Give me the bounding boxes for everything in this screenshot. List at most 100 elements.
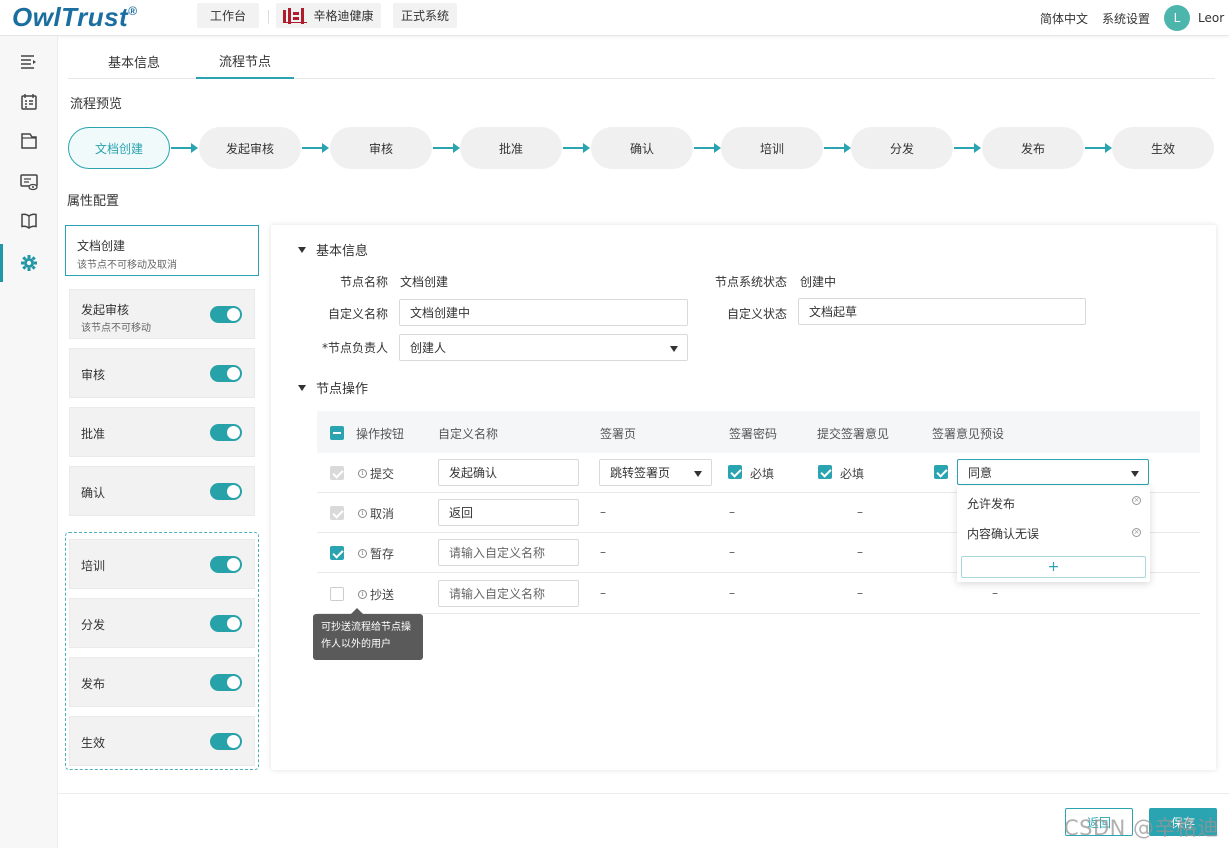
custom-op-name-input[interactable]: 返回 [438,499,579,526]
watermark: CSDN @辛格迪 [1064,816,1220,840]
node-card-selected[interactable]: 文档创建 该节点不可移动及取消 [65,225,259,276]
footer-divider [58,793,1229,794]
flow-node[interactable]: 文档创建 [68,127,170,169]
node-card[interactable]: 确认 [69,466,255,516]
chevron-down-icon [1131,471,1139,477]
column-header: 操作按钮 [356,427,405,441]
flow-arrow [824,143,851,153]
column-header: 签署页 [600,427,637,441]
empty-cell: – [992,586,998,600]
cc-tooltip: 可抄送流程给节点操作人以外的用户 [313,608,423,660]
basic-info-header[interactable]: 基本信息 [298,240,368,259]
workbench-button[interactable]: 工作台 [197,3,259,28]
flow-node[interactable]: 审核 [330,127,432,169]
language-selector[interactable]: 简体中文 [1040,0,1088,36]
gear-icon[interactable] [19,253,39,273]
folder-icon[interactable] [19,131,39,151]
node-toggle[interactable] [210,365,242,382]
node-card[interactable]: 分发 [69,598,255,648]
node-name-label: 节点名称 [339,275,388,289]
custom-status-input[interactable]: 文档起草 [798,298,1086,325]
flow-node[interactable]: 发布 [982,127,1084,169]
app-logo[interactable]: OwlTrust® [12,2,138,33]
tab-basic-info[interactable]: 基本信息 [90,44,178,78]
add-option-button[interactable]: + [961,556,1146,578]
user-menu[interactable]: L Leor [1164,0,1224,36]
node-toggle[interactable] [210,424,242,441]
custom-op-name-input[interactable]: 请输入自定义名称 [438,539,579,566]
empty-cell: – [729,586,735,600]
node-card[interactable]: 培训 [69,539,255,589]
row-checkbox[interactable] [330,587,344,601]
node-toggle[interactable] [210,483,242,500]
custom-name-input[interactable]: 文档创建中 [399,299,688,326]
company-selector[interactable]: 辛格迪健康 [276,3,381,28]
node-card[interactable]: 发起审核 该节点不可移动 [69,289,255,339]
node-card[interactable]: 审核 [69,348,255,398]
remove-option-icon[interactable]: × [1132,528,1141,537]
preset-checkbox[interactable] [934,465,948,479]
node-card[interactable]: 发布 [69,657,255,707]
empty-cell: – [600,545,606,559]
select-all-checkbox[interactable] [330,426,344,440]
info-icon[interactable]: i [358,509,367,518]
flow-arrow [954,143,981,153]
caret-down-icon [298,384,306,391]
row-checkbox[interactable] [330,546,344,560]
info-icon[interactable]: i [358,590,367,599]
column-header: 自定义名称 [438,427,499,441]
empty-cell: – [857,505,863,519]
preset-option[interactable]: 允许发布 [967,495,1015,512]
op-label: i 抄送 [358,586,394,603]
remove-option-icon[interactable]: × [1132,496,1141,505]
node-toggle[interactable] [210,615,242,632]
system-button[interactable]: 正式系统 [393,3,457,28]
flow-node[interactable]: 发起审核 [199,127,301,169]
tab-bar: 基本信息 流程节点 [68,44,1215,79]
custom-op-name-input[interactable]: 请输入自定义名称 [438,580,579,607]
tab-flow-nodes[interactable]: 流程节点 [196,44,294,79]
custom-op-name-input[interactable]: 发起确认 [438,459,579,486]
info-icon[interactable]: i [358,469,367,478]
flow-node[interactable]: 确认 [591,127,693,169]
flow-node[interactable]: 生效 [1112,127,1214,169]
preset-dropdown: 允许发布 × 内容确认无误 × + [957,486,1150,582]
op-label: i 提交 [358,465,394,482]
preset-select[interactable]: 同意 [957,459,1149,485]
caret-down-icon [298,246,306,253]
flow-node[interactable]: 培训 [721,127,823,169]
flow-node[interactable]: 批准 [460,127,562,169]
node-card[interactable]: 生效 [69,716,255,766]
info-icon[interactable]: i [358,549,367,558]
company-logo-icon [283,7,308,24]
node-toggle[interactable] [210,674,242,691]
empty-cell: – [729,505,735,519]
custom-status-label: 自定义状态 [726,307,787,321]
owner-select[interactable]: 创建人 [399,334,688,361]
flow-arrow [302,143,329,153]
book-icon[interactable] [19,211,39,231]
preset-option[interactable]: 内容确认无误 [967,525,1039,542]
node-toggle[interactable] [210,306,242,323]
column-header: 签署密码 [729,427,778,441]
flow-node[interactable]: 分发 [851,127,953,169]
menu-collapse-icon[interactable] [19,52,39,72]
opinion-required-checkbox[interactable] [818,465,832,479]
node-card[interactable]: 批准 [69,407,255,457]
node-toggle[interactable] [210,556,242,573]
required-text: 必填 [840,467,865,481]
node-toggle[interactable] [210,733,242,750]
calendar-icon[interactable] [19,92,39,112]
flow-arrow [433,143,460,153]
password-required-checkbox[interactable] [728,465,742,479]
monitor-eye-icon[interactable] [19,172,39,192]
sign-page-select[interactable]: 跳转签署页 [599,459,712,486]
op-label: i 取消 [358,505,394,522]
flow-arrow [171,143,198,153]
chevron-down-icon [670,346,678,352]
node-ops-header[interactable]: 节点操作 [298,378,368,397]
sys-status-label: 节点系统状态 [714,275,787,289]
settings-link[interactable]: 系统设置 [1102,0,1150,36]
sidebar [0,36,58,848]
row-checkbox [330,506,344,520]
